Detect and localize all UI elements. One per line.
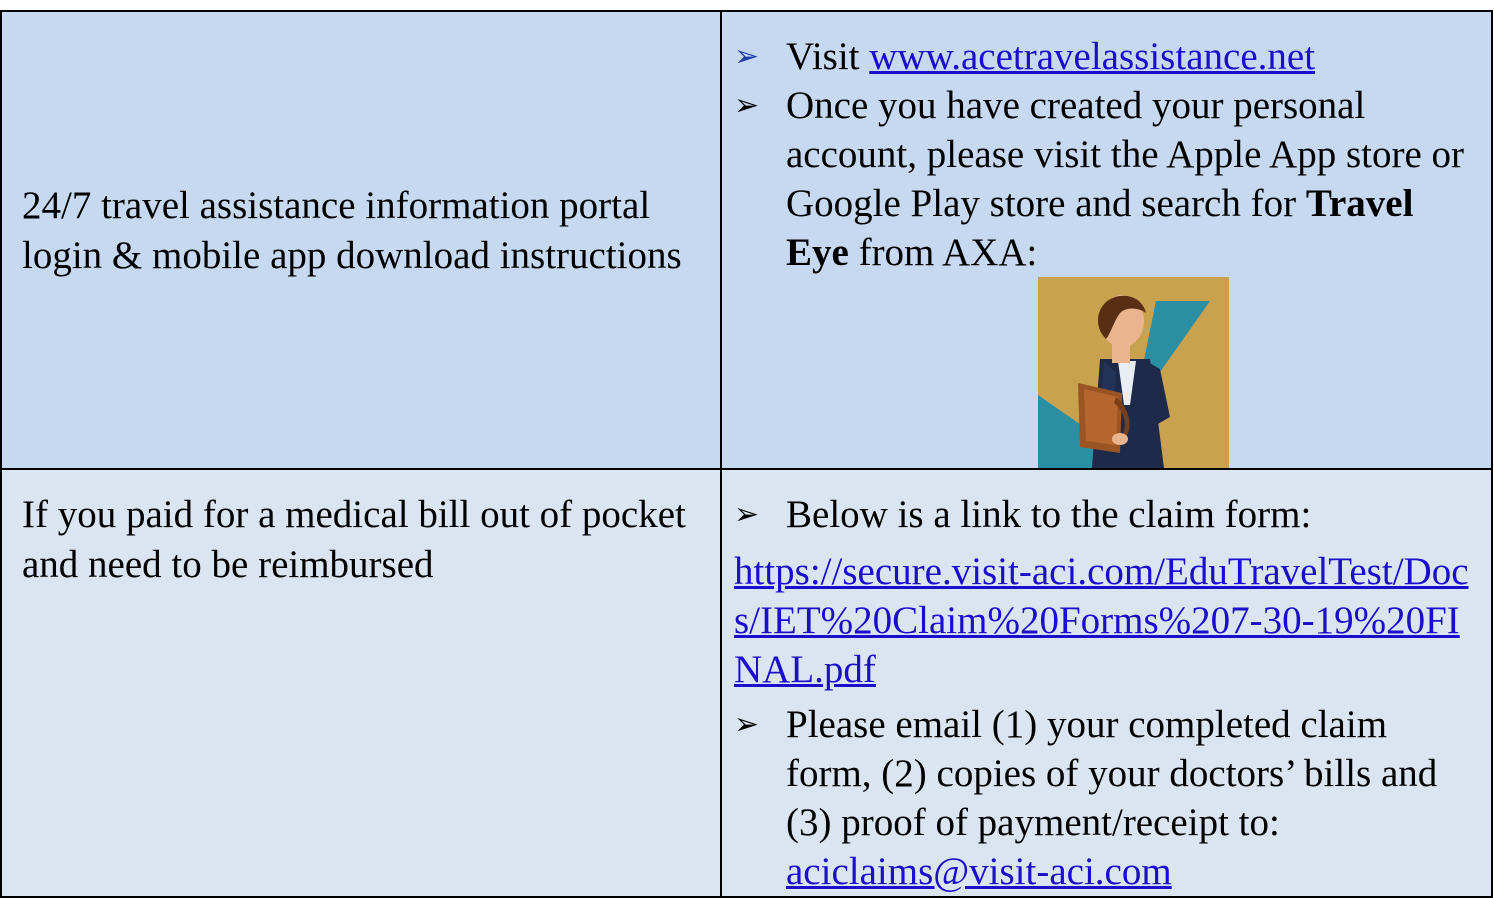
row-label: 24/7 travel assistance information porta… bbox=[22, 184, 682, 277]
instructions-table: 24/7 travel assistance information porta… bbox=[0, 10, 1493, 898]
account-suffix: from AXA: bbox=[848, 231, 1038, 274]
list-item: ➢ Please email (1) your completed claim … bbox=[723, 700, 1490, 895]
row-label-cell: 24/7 travel assistance information porta… bbox=[0, 10, 722, 470]
email-instructions-text: Please email (1) your completed claim fo… bbox=[786, 703, 1438, 844]
claim-intro-text: Below is a link to the claim form: bbox=[786, 493, 1312, 536]
row-content-cell: ➢ Visit www.acetravelassistance.net ➢ On… bbox=[720, 10, 1493, 470]
visit-text: Visit bbox=[786, 35, 870, 78]
list-item: ➢ Once you have created your personal ac… bbox=[723, 81, 1490, 277]
arrow-bullet-icon: ➢ bbox=[734, 88, 760, 123]
bullet-list: ➢ Please email (1) your completed claim … bbox=[723, 700, 1490, 895]
arrow-bullet-icon: ➢ bbox=[734, 39, 760, 74]
table-row: 24/7 travel assistance information porta… bbox=[0, 10, 1493, 470]
businesswoman-icon bbox=[1038, 277, 1229, 467]
row-label: If you paid for a medical bill out of po… bbox=[22, 493, 686, 586]
claims-email-link[interactable]: aciclaims@visit-aci.com bbox=[786, 850, 1172, 893]
bullet-list: ➢ Below is a link to the claim form: bbox=[723, 471, 1490, 539]
arrow-bullet-icon: ➢ bbox=[734, 707, 760, 742]
portal-link[interactable]: www.acetravelassistance.net bbox=[869, 35, 1315, 78]
travel-eye-app-icon bbox=[1038, 277, 1229, 467]
claim-form-link[interactable]: https://secure.visit-aci.com/EduTravelTe… bbox=[734, 547, 1483, 694]
arrow-bullet-icon: ➢ bbox=[734, 497, 760, 532]
bullet-list: ➢ Visit www.acetravelassistance.net ➢ On… bbox=[723, 13, 1490, 277]
table-row: If you paid for a medical bill out of po… bbox=[0, 468, 1493, 898]
list-item: ➢ Visit www.acetravelassistance.net bbox=[723, 32, 1490, 81]
list-item: ➢ Below is a link to the claim form: bbox=[723, 490, 1490, 539]
row-label-cell: If you paid for a medical bill out of po… bbox=[0, 468, 722, 898]
row-content-cell: ➢ Below is a link to the claim form: htt… bbox=[720, 468, 1493, 898]
